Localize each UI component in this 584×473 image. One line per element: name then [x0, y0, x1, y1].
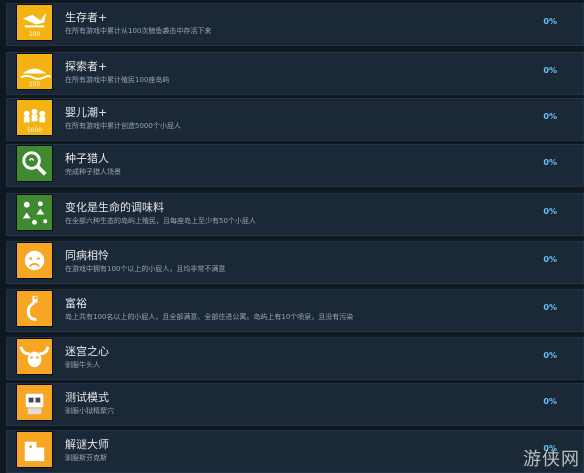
sad-face-icon [16, 242, 53, 279]
achievement-description: 岛上共有100名以上的小屁人，且全部满意、全部住进公寓。岛屿上有10个喷泉，且没… [65, 313, 354, 321]
achievement-percent: 0% [543, 351, 557, 360]
achievement-row[interactable]: 富裕 岛上共有100名以上的小屁人，且全部满意、全部住进公寓。岛屿上有10个喷泉… [6, 289, 584, 332]
achievement-row[interactable]: 解谜大师 驯服斯芬克斯 0% [6, 430, 584, 473]
watermark-logo: 游侠网 [523, 449, 580, 470]
achievement-title: 探索者+ [65, 60, 108, 73]
achievement-percent: 0% [543, 255, 557, 264]
achievement-row[interactable]: 5000 婴儿潮+ 在所有游戏中累计创造5000个小屁人 0% [6, 98, 584, 141]
achievement-percent: 0% [543, 112, 557, 121]
achievement-description: 驯服斯芬克斯 [65, 454, 107, 462]
achievement-description: 在所有游戏中累计创造5000个小屁人 [65, 122, 181, 130]
achievement-description: 完成种子猎人场景 [65, 168, 121, 176]
achievement-title: 测试模式 [65, 391, 109, 404]
achievement-title: 种子猎人 [65, 152, 109, 165]
achievement-row[interactable]: 测试模式 驯服小狱精聚穴 0% [6, 383, 584, 426]
minotaur-icon [16, 338, 53, 375]
achievement-title: 婴儿潮+ [65, 106, 108, 119]
puzzle-sphinx-icon [16, 431, 53, 468]
magnifier-seed-icon [16, 145, 53, 182]
achievement-description: 驯服小狱精聚穴 [65, 407, 114, 415]
achievement-percent: 0% [543, 66, 557, 75]
achievement-row[interactable]: 100 探索者+ 在所有游戏中累计殖民100座岛屿 0% [6, 52, 584, 95]
achievement-row[interactable]: 迷宫之心 驯服牛头人 0% [6, 337, 584, 380]
achievement-title: 迷宫之心 [65, 345, 109, 358]
achievement-row[interactable]: 100 生存者+ 在所有游戏中累计从100次鲸鱼袭击中存活下来 0% [6, 3, 584, 46]
svg-text:100: 100 [29, 82, 40, 88]
achievement-description: 在所有游戏中累计从100次鲸鱼袭击中存活下来 [65, 27, 212, 35]
achievement-percent: 0% [543, 207, 557, 216]
achievement-row[interactable]: 种子猎人 完成种子猎人场景 0% [6, 144, 584, 187]
achievement-description: 在所有游戏中累计殖民100座岛屿 [65, 76, 170, 84]
svg-text:5000: 5000 [27, 128, 42, 134]
achievement-title: 生存者+ [65, 11, 108, 24]
svg-text:100: 100 [29, 32, 40, 38]
achievement-percent: 0% [543, 397, 557, 406]
achievement-description: 在游戏中拥有100个以上的小屁人，且均非常不满意 [65, 265, 226, 273]
biome-spice-icon [16, 194, 53, 231]
achievement-title: 变化是生命的调味料 [65, 201, 164, 214]
whale-survivor-icon: 100 [16, 4, 53, 41]
achievement-title: 富裕 [65, 297, 87, 310]
achievement-percent: 0% [543, 303, 557, 312]
island-explorer-icon: 100 [16, 53, 53, 90]
achievement-row[interactable]: 同病相怜 在游戏中拥有100个以上的小屁人，且均非常不满意 0% [6, 241, 584, 284]
achievement-description: 在全部六种生态的岛屿上殖民，且每座岛上至少有50个小屁人 [65, 217, 256, 225]
achievement-description: 驯服牛头人 [65, 361, 100, 369]
achievement-row[interactable]: 变化是生命的调味料 在全部六种生态的岛屿上殖民，且每座岛上至少有50个小屁人 0… [6, 193, 584, 236]
wealth-bomb-icon [16, 290, 53, 327]
achievement-title: 解谜大师 [65, 438, 109, 451]
achievement-percent: 0% [543, 158, 557, 167]
achievement-title: 同病相怜 [65, 249, 109, 262]
test-robot-icon [16, 384, 53, 421]
achievement-percent: 0% [543, 17, 557, 26]
baby-boom-icon: 5000 [16, 99, 53, 136]
